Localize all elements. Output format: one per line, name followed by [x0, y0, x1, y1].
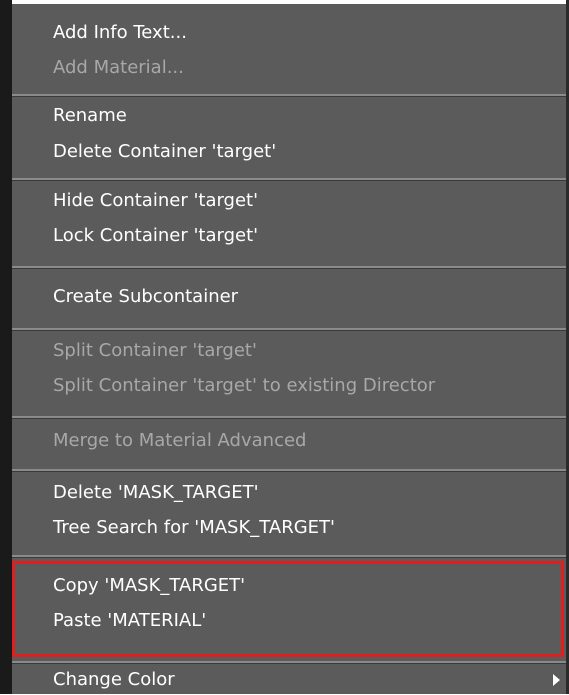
- submenu-arrow-icon: [553, 674, 560, 686]
- menu-item-delete-container[interactable]: Delete Container 'target': [53, 137, 276, 167]
- menu-separator: [12, 416, 566, 419]
- menu-item-add-info-text[interactable]: Add Info Text...: [53, 18, 187, 48]
- highlight-box: [12, 561, 564, 657]
- menu-separator: [12, 266, 566, 269]
- menu-separator: [12, 178, 566, 181]
- menu-separator: [12, 469, 566, 472]
- menu-item-delete-mask-target[interactable]: Delete 'MASK_TARGET': [53, 478, 259, 508]
- menu-item-split-container: Split Container 'target': [53, 340, 257, 361]
- menu-item-split-container-director: Split Container 'target' to existing Dir…: [53, 375, 436, 396]
- context-menu: Add Info Text... Add Material... Rename …: [0, 0, 569, 694]
- menu-item-hide-container[interactable]: Hide Container 'target': [53, 186, 258, 216]
- menu-item-tree-search[interactable]: Tree Search for 'MASK_TARGET': [53, 513, 335, 543]
- menu-left-edge: [0, 0, 12, 694]
- menu-item-merge-material-advanced: Merge to Material Advanced: [53, 430, 307, 451]
- menu-item-lock-container[interactable]: Lock Container 'target': [53, 221, 258, 251]
- top-strip: [0, 0, 569, 4]
- menu-separator: [12, 328, 566, 331]
- menu-item-rename[interactable]: Rename: [53, 101, 127, 131]
- menu-item-change-color[interactable]: Change Color: [53, 665, 175, 695]
- menu-separator: [12, 555, 566, 558]
- menu-item-add-material: Add Material...: [53, 57, 184, 78]
- menu-item-create-subcontainer[interactable]: Create Subcontainer: [53, 282, 238, 312]
- menu-separator: [12, 94, 566, 97]
- menu-separator: [12, 661, 566, 664]
